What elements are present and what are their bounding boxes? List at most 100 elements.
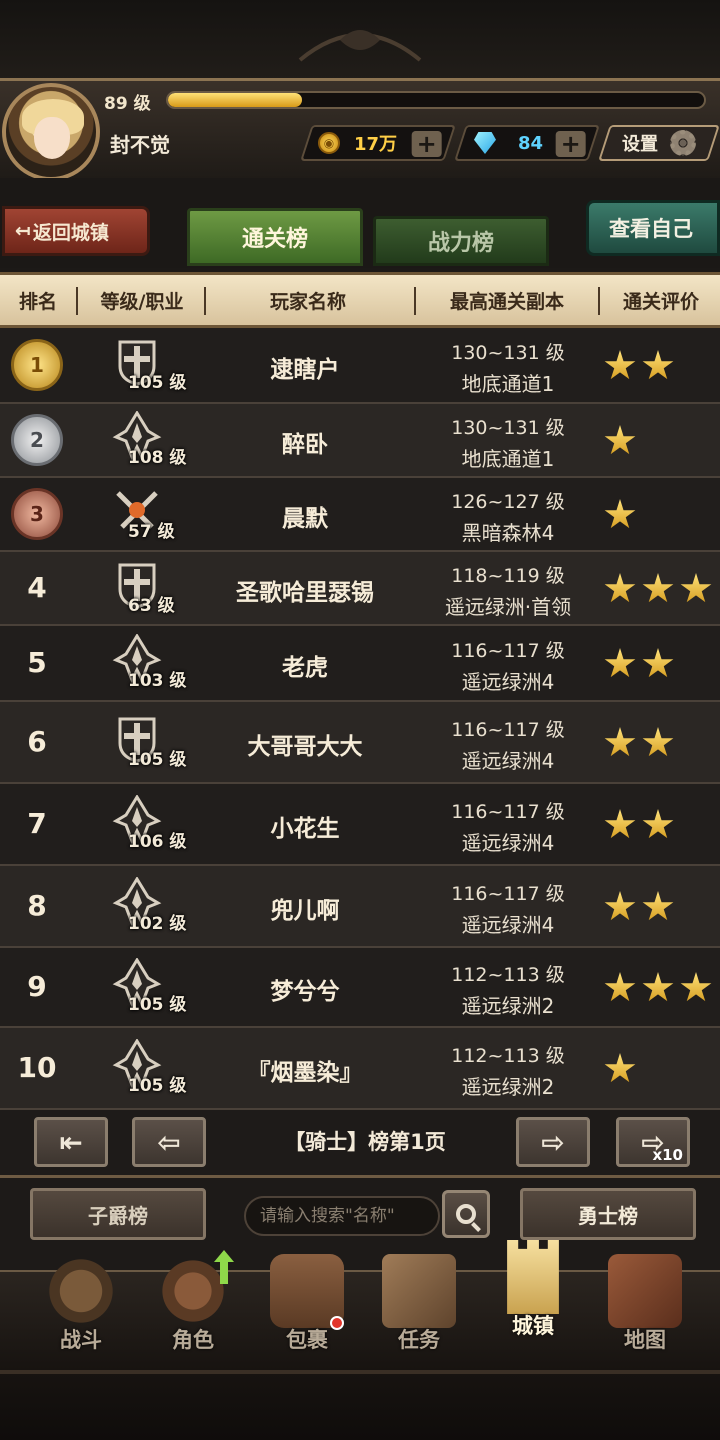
- add-gem-button[interactable]: +: [555, 130, 586, 158]
- col-divider: [598, 287, 600, 315]
- prev-page-button[interactable]: ⇦: [132, 1117, 206, 1167]
- table-row[interactable]: 9 105 级 梦兮兮 112~113 级遥远绿洲2: [0, 948, 720, 1028]
- search-input[interactable]: [244, 1196, 440, 1236]
- star-icon: [604, 350, 636, 380]
- rating-stars: [604, 425, 636, 457]
- player-level: 103 级: [128, 671, 187, 691]
- table-row[interactable]: 5 103 级 老虎 116~117 级遥远绿洲4: [0, 626, 720, 702]
- dungeon-name: 遥远绿洲2: [461, 994, 555, 1018]
- rating-stars: [604, 809, 674, 841]
- gold-value: 17万: [354, 134, 398, 155]
- nav-character[interactable]: 角色: [138, 1250, 248, 1368]
- tab-power-ranking[interactable]: 战力榜: [373, 216, 549, 266]
- player-avatar[interactable]: [2, 83, 100, 181]
- player-level: 105 级: [128, 750, 187, 770]
- player-level: 105 级: [128, 373, 187, 393]
- rank-number: 6: [27, 725, 47, 758]
- back-arrow-icon: ↤: [15, 220, 31, 242]
- player-name: 大哥哥大大: [247, 734, 363, 760]
- nav-label: 城镇: [512, 1314, 554, 1338]
- tower-icon: [507, 1240, 559, 1314]
- player-level: 106 级: [128, 832, 187, 852]
- dungeon-name: 遥远绿洲2: [461, 1075, 555, 1099]
- star-icon: [680, 972, 712, 1002]
- nav-map[interactable]: 地图: [590, 1250, 700, 1368]
- rank-number: 10: [17, 1051, 57, 1084]
- prev-page-icon: ⇦: [157, 1125, 181, 1159]
- star-icon: [604, 727, 636, 757]
- upgrade-arrow-icon: [214, 1250, 234, 1284]
- nav-backpack[interactable]: 包裹: [252, 1250, 362, 1368]
- add-gold-button[interactable]: +: [411, 130, 442, 158]
- first-page-button[interactable]: ⇤: [34, 1117, 108, 1167]
- dungeon-level-range: 112~113 级: [451, 964, 565, 986]
- back-to-town-button[interactable]: ↤ 返回城镇: [2, 206, 150, 256]
- rank-number: 8: [27, 889, 47, 922]
- star-icon: [680, 573, 712, 603]
- table-header: 排名 等级/职业 玩家名称 最高通关副本 通关评价: [0, 272, 720, 328]
- gold-box: ◉ 17万 +: [300, 125, 456, 161]
- rank-medal-icon: 3: [11, 488, 63, 540]
- search-icon: [456, 1204, 476, 1224]
- table-row[interactable]: 7 106 级 小花生 116~117 级遥远绿洲4: [0, 784, 720, 866]
- star-icon: [642, 350, 674, 380]
- tab-bar: ↤ 返回城镇 通关榜 战力榜 查看自己: [0, 178, 720, 268]
- search-button[interactable]: [442, 1190, 490, 1238]
- player-level: 102 级: [128, 914, 187, 934]
- player-name: 小花生: [270, 816, 340, 842]
- nav-town[interactable]: 城镇: [478, 1236, 588, 1354]
- warrior-ranking-button[interactable]: 勇士榜: [520, 1188, 696, 1240]
- table-row[interactable]: 6 105 级 大哥哥大大 116~117 级遥远绿洲4: [0, 702, 720, 784]
- col-player-name: 玩家名称: [269, 290, 346, 313]
- rating-stars: [604, 727, 674, 759]
- star-icon: [604, 648, 636, 678]
- ranking-list: 1 105 级 逮瞎户 130~131 级地底通道1 2 108 级 醉卧 130~131 级…: [0, 328, 720, 1110]
- player-level: 89 级: [104, 94, 151, 114]
- rating-stars: [604, 350, 674, 382]
- table-row[interactable]: 10 105 级 『烟墨染』 112~113 级遥远绿洲2: [0, 1028, 720, 1110]
- nav-quest[interactable]: 任务: [364, 1250, 474, 1368]
- star-icon: [604, 499, 636, 529]
- dungeon-name: 黑暗森林4: [461, 521, 555, 545]
- table-row[interactable]: 3 57 级 晨默 126~127 级黑暗森林4: [0, 478, 720, 552]
- dungeon-name: 地底通道1: [461, 372, 555, 396]
- player-level: 105 级: [128, 1076, 187, 1096]
- skip-10-pages-button[interactable]: ⇨ x10: [616, 1117, 690, 1167]
- bottom-nav: 战斗 角色 包裹 任务 城镇 地图: [0, 1240, 720, 1370]
- xp-bar: [166, 91, 706, 109]
- gear-icon: [670, 130, 696, 156]
- next-page-button[interactable]: ⇨: [516, 1117, 590, 1167]
- col-divider: [414, 287, 416, 315]
- rating-stars: [604, 1053, 636, 1085]
- dungeon-level-range: 116~117 级: [451, 883, 565, 905]
- star-icon: [604, 573, 636, 603]
- dungeon-level-range: 130~131 级: [451, 417, 565, 439]
- scroll-icon: [382, 1254, 456, 1328]
- next-page-icon: ⇨: [541, 1125, 565, 1159]
- tab-clear-ranking[interactable]: 通关榜: [187, 208, 363, 266]
- settings-button[interactable]: 设置: [598, 125, 720, 161]
- dungeon-level-range: 116~117 级: [451, 640, 565, 662]
- player-name: 晨默: [282, 506, 328, 532]
- rank-medal-icon: 1: [11, 339, 63, 391]
- viscount-ranking-button[interactable]: 子爵榜: [30, 1188, 206, 1240]
- star-icon: [642, 648, 674, 678]
- top-ornament: [0, 0, 720, 80]
- table-row[interactable]: 2 108 级 醉卧 130~131 级地底通道1: [0, 404, 720, 478]
- table-row[interactable]: 1 105 级 逮瞎户 130~131 级地底通道1: [0, 328, 720, 404]
- table-row[interactable]: 4 63 级 圣歌哈里瑟锡 118~119 级遥远绿洲·首领: [0, 552, 720, 626]
- xp-fill: [168, 93, 302, 107]
- col-level-class: 等级/职业: [100, 290, 184, 313]
- dungeon-name: 遥远绿洲4: [461, 831, 555, 855]
- dungeon-level-range: 116~117 级: [451, 719, 565, 741]
- player-level: 105 级: [128, 995, 187, 1015]
- nav-battle[interactable]: 战斗: [26, 1250, 136, 1368]
- nav-label: 角色: [172, 1328, 214, 1352]
- settings-label: 设置: [622, 134, 658, 155]
- rating-stars: [604, 499, 636, 531]
- view-self-button[interactable]: 查看自己: [586, 200, 720, 256]
- nav-label: 战斗: [60, 1328, 102, 1352]
- nav-label: 包裹: [286, 1328, 328, 1352]
- star-icon: [642, 972, 674, 1002]
- table-row[interactable]: 8 102 级 兜儿啊 116~117 级遥远绿洲4: [0, 866, 720, 948]
